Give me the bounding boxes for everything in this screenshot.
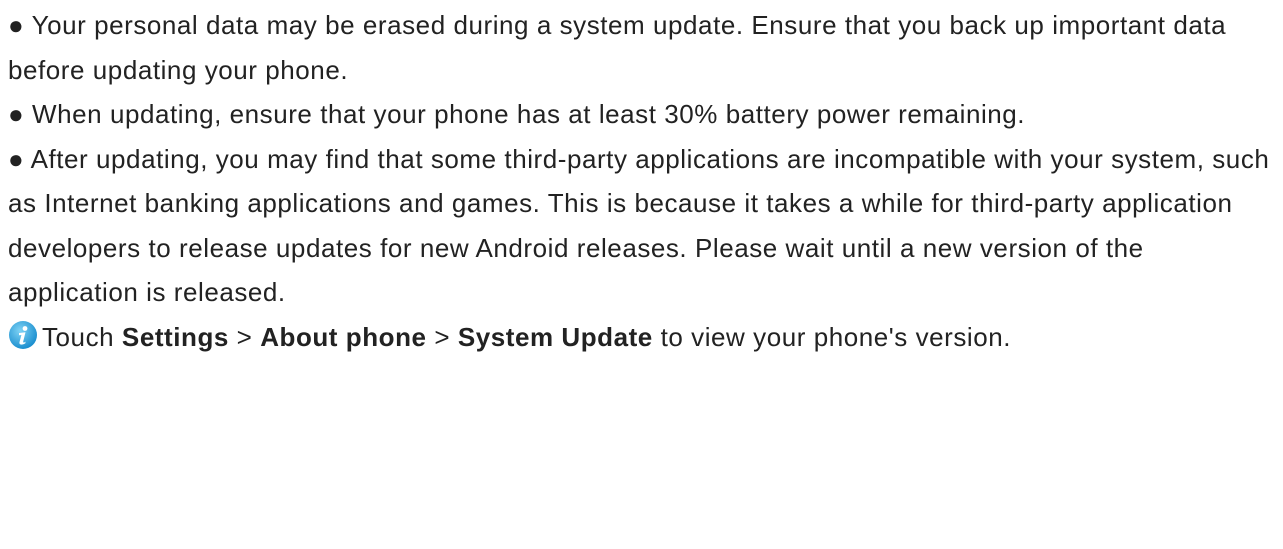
bullet-text: When updating, ensure that your phone ha… bbox=[32, 99, 1026, 129]
bullet-text: Your personal data may be erased during … bbox=[8, 10, 1227, 85]
bullet-item-backup: ● Your personal data may be erased durin… bbox=[8, 3, 1280, 92]
note-separator: > bbox=[434, 321, 451, 352]
note-path-settings: Settings bbox=[121, 321, 229, 352]
bullet-item-compatibility: ● After updating, you may find that some… bbox=[8, 137, 1280, 315]
bullet-marker: ● bbox=[8, 143, 25, 174]
note-separator: > bbox=[236, 321, 253, 352]
bullet-marker: ● bbox=[8, 10, 25, 40]
note-path-system-update: System Update bbox=[457, 321, 653, 352]
note-path-about-phone: About phone bbox=[260, 321, 427, 352]
bullet-text: After updating, you may find that some t… bbox=[8, 143, 1270, 308]
bullet-item-battery: ● When updating, ensure that your phone … bbox=[8, 92, 1280, 137]
info-icon bbox=[8, 319, 38, 349]
note-prefix: Touch bbox=[42, 321, 115, 352]
bullet-marker: ● bbox=[8, 99, 25, 129]
note-suffix: to view your phone's version. bbox=[660, 321, 1012, 352]
document-body: ● Your personal data may be erased durin… bbox=[8, 3, 1280, 359]
info-note: Touch Settings > About phone > System Up… bbox=[8, 315, 1280, 360]
